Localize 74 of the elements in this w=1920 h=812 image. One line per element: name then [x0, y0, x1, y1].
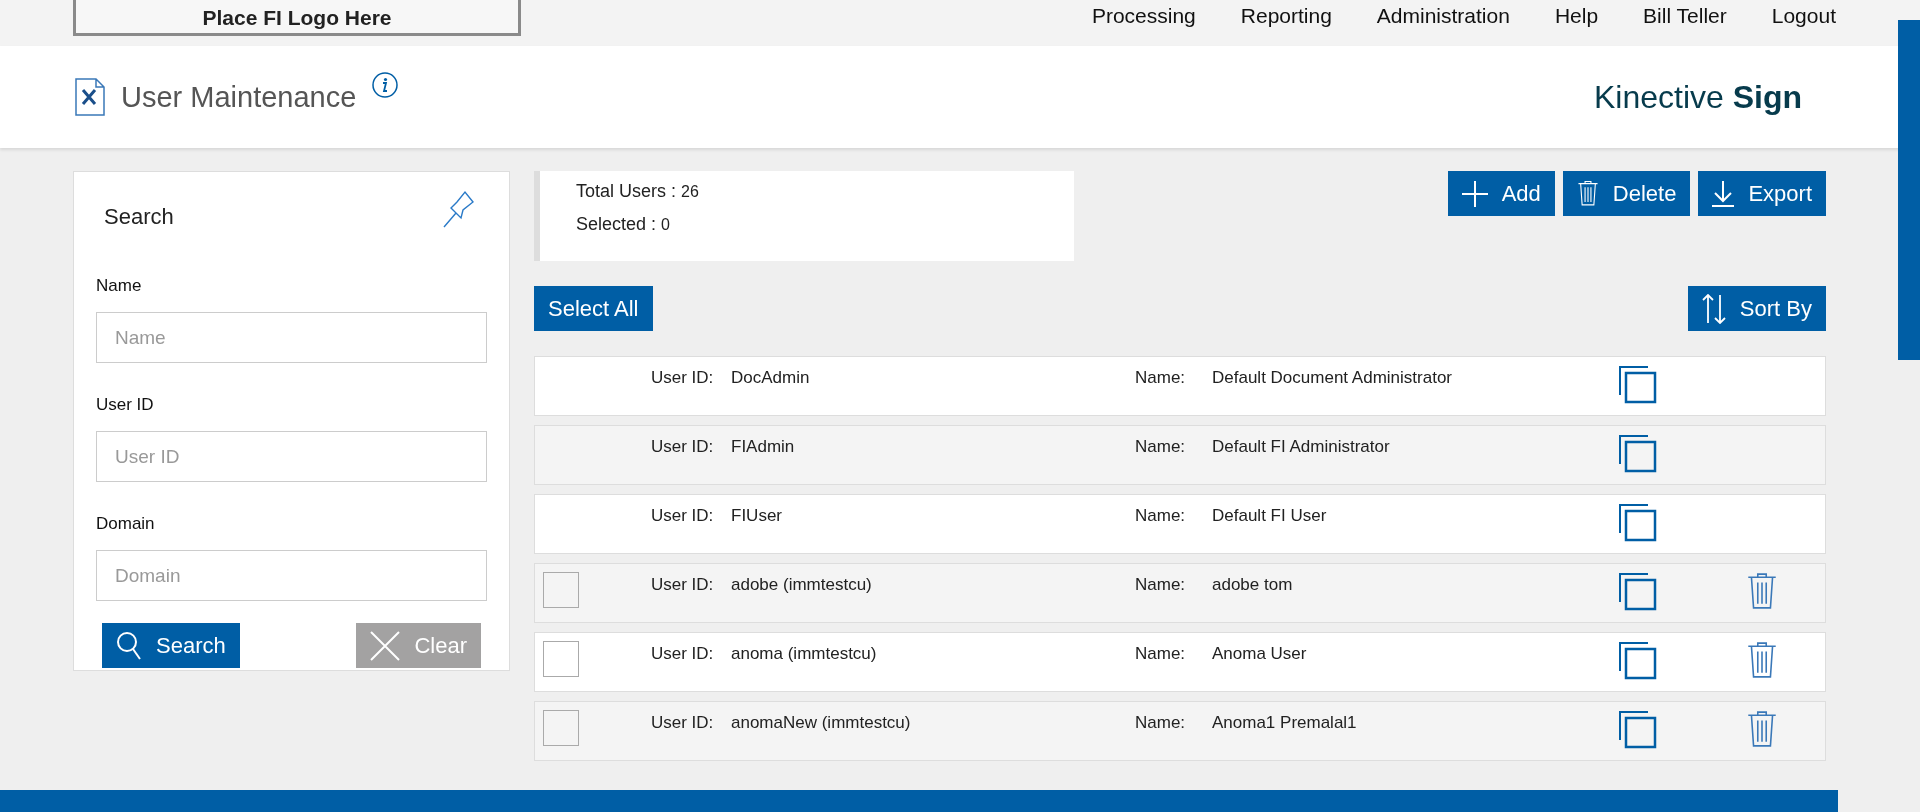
field-label: User ID:	[651, 368, 715, 388]
brand-logo: Kinective Sign	[1593, 78, 1802, 116]
field-label: Name:	[1135, 437, 1187, 457]
user-id: FIUser	[731, 506, 783, 526]
info-icon[interactable]	[372, 72, 399, 98]
logo-text: Place FI Logo Here	[202, 5, 392, 29]
field-label: Name:	[1135, 506, 1187, 526]
export-button[interactable]: Export	[1698, 171, 1826, 216]
select-all-button[interactable]: Select All	[534, 286, 653, 331]
add-button[interactable]: Add	[1447, 171, 1555, 216]
user-name: Default FI Administrator	[1212, 437, 1391, 457]
trash-icon[interactable]	[1746, 710, 1778, 748]
summary-text: Total Users : 26	[576, 181, 700, 202]
copy-icon[interactable]	[1618, 572, 1658, 612]
user-row[interactable]: User ID: anomaNew (immtestcu) Name: Anoma1 Premalal1	[534, 701, 1826, 761]
page-title: User Maintenance	[121, 80, 357, 114]
user-name: adobe tom	[1212, 575, 1294, 595]
checkbox[interactable]	[543, 572, 579, 608]
search-icon	[116, 630, 142, 661]
download-icon	[1712, 180, 1735, 207]
user-id: anomaNew (immtestcu)	[731, 713, 912, 733]
user-id: adobe (immtestcu)	[731, 575, 873, 595]
trash-icon[interactable]	[1746, 641, 1778, 679]
user-id: anoma (immtestcu)	[731, 644, 878, 664]
user-name: Anoma1 Premalal1	[1212, 713, 1358, 733]
copy-icon[interactable]	[1618, 434, 1658, 474]
document-tools-icon	[75, 78, 105, 116]
field-label: Domain	[96, 514, 156, 534]
nav-link[interactable]: Logout	[1771, 3, 1836, 28]
user-id: DocAdmin	[731, 368, 811, 388]
nav-link[interactable]: Processing	[1091, 3, 1196, 28]
search-button[interactable]: Search	[102, 623, 240, 668]
input-field[interactable]: User ID	[96, 431, 487, 482]
user-row[interactable]: User ID: anoma (immtestcu) Name: Anoma User	[534, 632, 1826, 692]
nav-link[interactable]: Administration	[1376, 3, 1510, 28]
field-label: User ID:	[651, 644, 715, 664]
user-id: FIAdmin	[731, 437, 796, 457]
user-row[interactable]: User ID: adobe (immtestcu) Name: adobe tom	[534, 563, 1826, 623]
user-name: Default FI User	[1212, 506, 1328, 526]
nav-link[interactable]: Reporting	[1240, 3, 1332, 28]
nav-link[interactable]: Bill Teller	[1643, 3, 1727, 28]
user-name: Anoma User	[1212, 644, 1308, 664]
copy-icon[interactable]	[1618, 710, 1658, 750]
panel-title: Search	[104, 204, 174, 230]
checkbox[interactable]	[543, 710, 579, 746]
field-label: Name:	[1135, 713, 1187, 733]
copy-icon[interactable]	[1618, 641, 1658, 681]
plus-icon	[1461, 180, 1488, 207]
nav-link[interactable]: Help	[1554, 3, 1599, 28]
field-label: User ID:	[651, 713, 715, 733]
delete-button[interactable]: Delete	[1562, 171, 1691, 216]
trash-icon[interactable]	[1746, 572, 1778, 610]
scrollbar-thumb[interactable]	[1898, 20, 1920, 360]
field-label: Name:	[1135, 644, 1187, 664]
field-label: User ID	[96, 395, 155, 415]
checkbox[interactable]	[543, 641, 579, 677]
field-label: User ID:	[651, 575, 715, 595]
field-label: User ID:	[651, 437, 715, 457]
sort-button[interactable]: Sort By	[1687, 286, 1826, 331]
sort-icon	[1701, 293, 1726, 324]
field-label: Name:	[1135, 368, 1187, 388]
close-icon	[370, 630, 401, 661]
user-row[interactable]: User ID: DocAdmin Name: Default Document Administrator	[534, 356, 1826, 416]
input-field[interactable]: Name	[96, 312, 487, 363]
summary-text: Selected : 0	[576, 214, 671, 235]
copy-icon[interactable]	[1618, 365, 1658, 405]
input-field[interactable]: Domain	[96, 550, 487, 601]
user-row[interactable]: User ID: FIAdmin Name: Default FI Administrator	[534, 425, 1826, 485]
field-label: Name	[96, 276, 143, 296]
field-label: User ID:	[651, 506, 715, 526]
user-name: Default Document Administrator	[1212, 368, 1453, 388]
field-label: Name:	[1135, 575, 1187, 595]
user-row[interactable]: User ID: FIUser Name: Default FI User	[534, 494, 1826, 554]
copy-icon[interactable]	[1618, 503, 1658, 543]
